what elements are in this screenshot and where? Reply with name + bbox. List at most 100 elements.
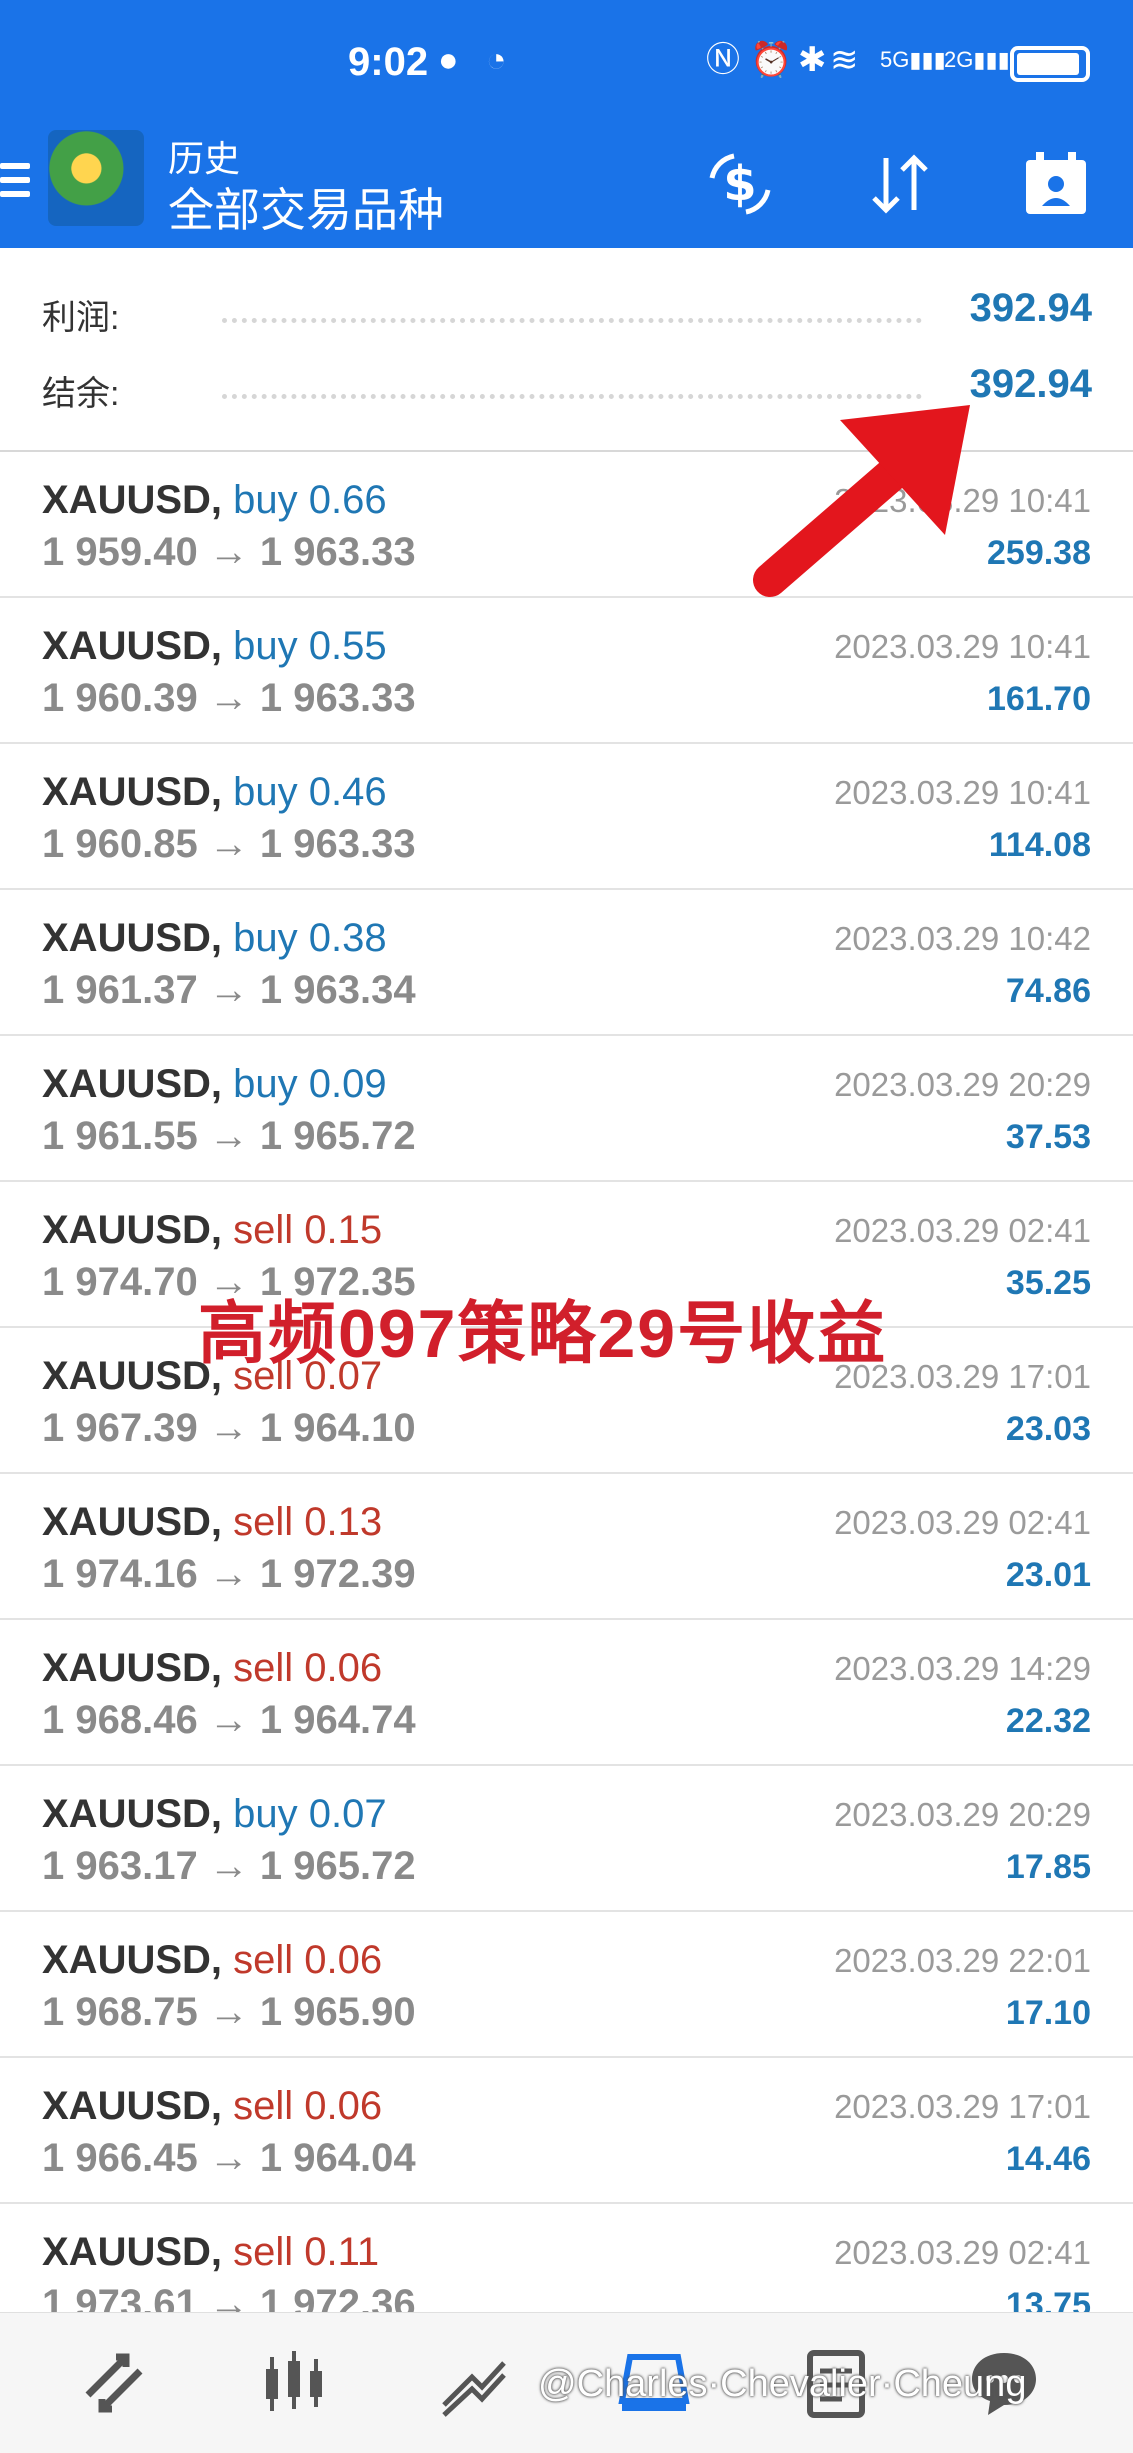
trade-row[interactable]: XAUUSD, buy 0.07 1 963.17 → 1 965.72 202… xyxy=(0,1766,1133,1912)
profit-value: 392.94 xyxy=(969,286,1092,330)
trade-profit: 23.01 xyxy=(1005,1556,1091,1594)
calendar-icon[interactable] xyxy=(1016,144,1096,224)
page-title[interactable]: 全部交易品种 xyxy=(168,174,444,240)
trade-prices: 1 966.45 → 1 964.04 xyxy=(42,2136,416,2180)
trade-time: 2023.03.29 10:42 xyxy=(834,920,1091,957)
trade-list: XAUUSD, buy 0.66 1 959.40 → 1 963.33 202… xyxy=(0,452,1133,2312)
trade-row[interactable]: XAUUSD, sell 0.06 1 966.45 → 1 964.04 20… xyxy=(0,2058,1133,2204)
trade-time: 2023.03.29 17:01 xyxy=(834,2088,1091,2125)
trade-prices: 1 974.16 → 1 972.39 xyxy=(42,1552,416,1596)
trade-row[interactable]: XAUUSD, buy 0.38 1 961.37 → 1 963.34 202… xyxy=(0,890,1133,1036)
trade-symbol: XAUUSD, buy 0.07 xyxy=(42,1792,387,1836)
trade-profit: 17.10 xyxy=(1005,1994,1091,2032)
trade-prices: 1 973.61 → 1 972.36 xyxy=(42,2282,416,2312)
trade-side: sell 0.06 xyxy=(233,1646,383,1690)
trade-profit: 37.53 xyxy=(1005,1118,1091,1156)
trade-profit: 14.46 xyxy=(1005,2140,1091,2178)
trade-row[interactable]: XAUUSD, sell 0.06 1 968.75 → 1 965.90 20… xyxy=(0,1912,1133,2058)
trade-symbol: XAUUSD, buy 0.55 xyxy=(42,624,387,668)
chart-icon[interactable] xyxy=(252,2341,336,2425)
menu-icon[interactable] xyxy=(0,155,36,215)
trade-prices: 1 959.40 → 1 963.33 xyxy=(42,530,416,574)
trade-prices: 1 963.17 → 1 965.72 xyxy=(42,1844,416,1888)
trade-profit: 17.85 xyxy=(1005,1848,1091,1886)
network-2g-label: 2G xyxy=(944,47,974,72)
signal-2g-icon: 2G▮▮▮ xyxy=(944,47,1010,72)
trade-symbol: XAUUSD, sell 0.15 xyxy=(42,1208,383,1252)
svg-text:$: $ xyxy=(723,156,756,212)
trade-time: 2023.03.29 02:41 xyxy=(834,2234,1091,2271)
trade-symbol: XAUUSD, sell 0.06 xyxy=(42,1938,383,1982)
trade-row[interactable]: XAUUSD, buy 0.46 1 960.85 → 1 963.33 202… xyxy=(0,744,1133,890)
app-status-icon: ◔ xyxy=(486,41,507,79)
trade-side: buy 0.55 xyxy=(233,624,387,668)
trade-side: sell 0.11 xyxy=(233,2230,380,2274)
currency-exchange-icon[interactable]: $ xyxy=(700,144,780,224)
trade-icon[interactable] xyxy=(432,2341,516,2425)
trade-side: buy 0.66 xyxy=(233,478,387,522)
trade-prices: 1 960.39 → 1 963.33 xyxy=(42,676,416,720)
trade-profit: 114.08 xyxy=(988,826,1091,864)
profit-row: 利润: 392.94 xyxy=(42,278,1092,348)
trade-prices: 1 961.55 → 1 965.72 xyxy=(42,1114,416,1158)
divider-dots xyxy=(222,394,922,399)
trade-profit: 35.25 xyxy=(1005,1264,1091,1302)
trade-symbol: XAUUSD, buy 0.38 xyxy=(42,916,387,960)
trade-time: 2023.03.29 22:01 xyxy=(834,1942,1091,1979)
trade-prices: 1 961.37 → 1 963.34 xyxy=(42,968,416,1012)
trade-time: 2023.03.29 20:29 xyxy=(834,1796,1091,1833)
trade-profit: 13.75 xyxy=(1005,2286,1091,2312)
trade-time: 2023.03.29 02:41 xyxy=(834,1212,1091,1249)
trade-row[interactable]: XAUUSD, sell 0.11 1 973.61 → 1 972.36 20… xyxy=(0,2204,1133,2312)
trade-prices: 1 967.39 → 1 964.10 xyxy=(42,1406,416,1450)
bottom-nav: @Charles·Chevalier·Cheung xyxy=(0,2312,1133,2453)
trade-row[interactable]: XAUUSD, sell 0.13 1 974.16 → 1 972.39 20… xyxy=(0,1474,1133,1620)
trade-side: buy 0.09 xyxy=(233,1062,387,1106)
trade-time: 2023.03.29 20:29 xyxy=(834,1066,1091,1103)
trade-row[interactable]: XAUUSD, buy 0.09 1 961.55 → 1 965.72 202… xyxy=(0,1036,1133,1182)
trade-side: sell 0.13 xyxy=(233,1500,383,1544)
trade-time: 2023.03.29 10:41 xyxy=(834,628,1091,665)
trade-prices: 1 968.46 → 1 964.74 xyxy=(42,1698,416,1742)
trade-time: 2023.03.29 10:41 xyxy=(834,774,1091,811)
bluetooth-icon: ✱ xyxy=(798,41,827,79)
sort-icon[interactable] xyxy=(860,144,940,224)
trade-time: 2023.03.29 14:29 xyxy=(834,1650,1091,1687)
wifi-icon: ≋ xyxy=(830,41,859,79)
red-arrow-annotation xyxy=(753,405,970,597)
trade-side: sell 0.15 xyxy=(233,1208,383,1252)
trade-prices: 1 968.75 → 1 965.90 xyxy=(42,1990,416,2034)
balance-label: 结余: xyxy=(42,375,120,413)
trade-side: sell 0.06 xyxy=(233,2084,383,2128)
trade-side: buy 0.07 xyxy=(233,1792,387,1836)
trade-symbol: XAUUSD, sell 0.13 xyxy=(42,1500,383,1544)
trade-side: buy 0.38 xyxy=(233,916,387,960)
signal-5g-icon: 5G▮▮▮ xyxy=(880,47,946,72)
trade-symbol: XAUUSD, sell 0.06 xyxy=(42,2084,383,2128)
wechat-icon: ● xyxy=(438,41,459,79)
trade-row[interactable]: XAUUSD, sell 0.06 1 968.46 → 1 964.74 20… xyxy=(0,1620,1133,1766)
trade-profit: 22.32 xyxy=(1005,1702,1091,1740)
battery-icon xyxy=(1010,46,1090,82)
trade-symbol: XAUUSD, sell 0.06 xyxy=(42,1646,383,1690)
trade-profit: 161.70 xyxy=(987,680,1091,718)
trade-prices: 1 960.85 → 1 963.33 xyxy=(42,822,416,866)
watermark: @Charles·Chevalier·Cheung xyxy=(538,2363,1027,2405)
alarm-icon: ⏰ xyxy=(750,41,793,79)
nfc-icon: Ⓝ xyxy=(706,41,740,79)
divider-dots xyxy=(222,318,922,323)
trade-time: 2023.03.29 02:41 xyxy=(834,1504,1091,1541)
app-logo xyxy=(48,130,144,226)
trade-profit: 23.03 xyxy=(1005,1410,1091,1448)
trade-profit: 74.86 xyxy=(1005,972,1091,1010)
trade-symbol: XAUUSD, buy 0.46 xyxy=(42,770,387,814)
status-bar: 9:02 ● ◔ Ⓝ ⏰ ✱ ≋ 5G▮▮▮ 2G▮▮▮ xyxy=(0,0,1133,130)
trade-row[interactable]: XAUUSD, buy 0.55 1 960.39 → 1 963.33 202… xyxy=(0,598,1133,744)
trade-symbol: XAUUSD, sell 0.11 xyxy=(42,2230,380,2274)
quotes-icon[interactable] xyxy=(72,2341,156,2425)
trade-profit: 259.38 xyxy=(987,534,1091,572)
network-5g-label: 5G xyxy=(880,47,910,72)
trade-side: sell 0.06 xyxy=(233,1938,383,1982)
app-bar: 历史 全部交易品种 $ xyxy=(0,130,1133,248)
trade-symbol: XAUUSD, buy 0.66 xyxy=(42,478,387,522)
